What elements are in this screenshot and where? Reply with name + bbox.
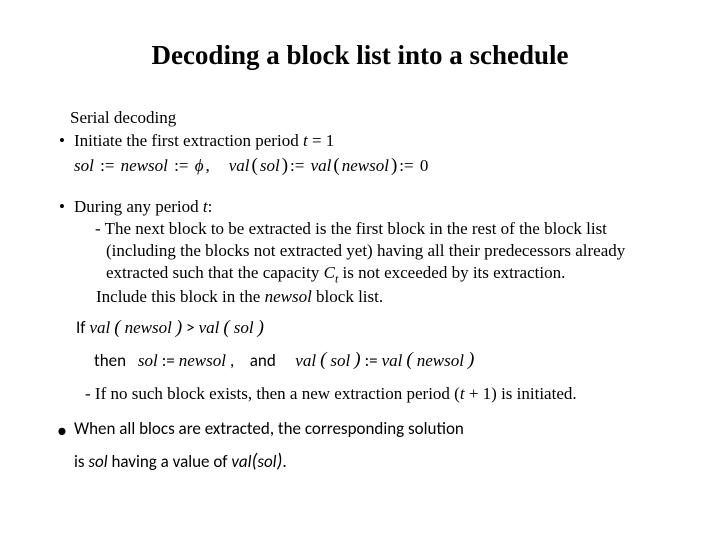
dash-next-block: - The next block to be extracted is the …: [84, 218, 670, 286]
bullet-initiate: • Initiate the first extraction period t…: [50, 130, 670, 152]
bullet-dot: •: [50, 418, 74, 440]
bullet-final: • When all blocs are extracted, the corr…: [50, 418, 670, 440]
bullet2-lead: During any period: [74, 197, 203, 216]
bullet1-tail: = 1: [308, 131, 335, 150]
bullet-mark: •: [50, 196, 74, 218]
bullet-during: • During any period t: - The next block …: [50, 196, 670, 308]
dash-no-block: - If no such block exists, then a new ex…: [74, 383, 670, 405]
bullet-mark: •: [50, 130, 74, 152]
final-line-2: is sol having a value of val(sol).: [74, 450, 670, 474]
then-assignment: then sol := newsol , and val (sol) := va…: [94, 348, 670, 372]
formula-init: sol := newsol := ϕ , val (sol) := val (n…: [74, 154, 670, 178]
section-subhead: Serial decoding: [70, 107, 670, 129]
if-condition: If val (newsol) > val (sol): [76, 316, 670, 340]
final-line-1: When all blocs are extracted, the corres…: [74, 418, 464, 440]
include-line: Include this block in the newsol block l…: [96, 286, 670, 308]
bullet1-text: Initiate the first extraction period: [74, 131, 303, 150]
slide-title: Decoding a block list into a schedule: [50, 38, 670, 73]
